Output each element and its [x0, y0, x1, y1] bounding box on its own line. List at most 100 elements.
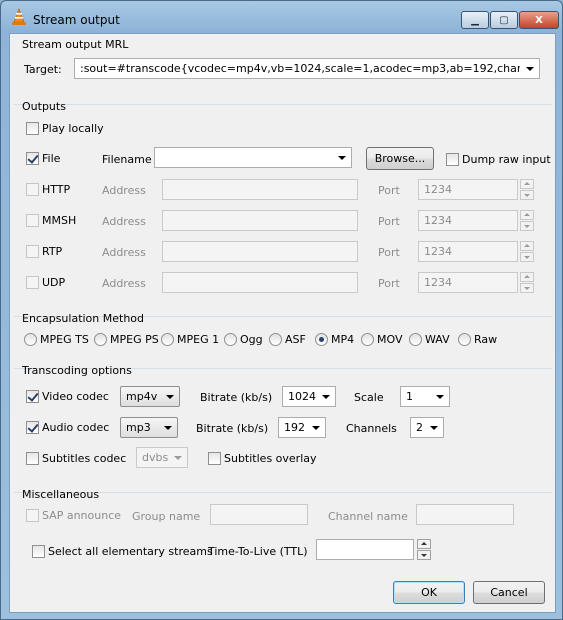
transcoding-group-title: Transcoding options — [22, 364, 132, 377]
audio-bitrate-label: Bitrate (kb/s) — [196, 422, 269, 435]
chevron-down-icon[interactable] — [436, 395, 444, 399]
audio-bitrate-value: 192 — [284, 421, 305, 434]
rtp-port-spinner[interactable] — [520, 241, 534, 262]
mmsh-port-label: Port — [378, 215, 400, 228]
chevron-down-icon[interactable] — [164, 426, 172, 430]
radio-ogg[interactable] — [224, 333, 237, 346]
radio-raw[interactable] — [458, 333, 471, 346]
play-locally-checkbox[interactable] — [26, 122, 39, 135]
http-port-label: Port — [378, 184, 400, 197]
ttl-label: Time-To-Live (TTL) — [208, 545, 308, 558]
video-codec-select[interactable]: mp4v — [120, 386, 180, 407]
video-codec-value: mp4v — [126, 390, 158, 403]
rtp-port-field[interactable]: 1234 — [418, 241, 518, 262]
filename-combobox[interactable] — [154, 147, 352, 168]
chevron-down-icon[interactable] — [166, 395, 174, 399]
spin-up-icon[interactable] — [520, 179, 534, 189]
mmsh-address-field[interactable] — [162, 210, 358, 231]
target-combobox[interactable]: :sout=#transcode{vcodec=mp4v,vb=1024,sca… — [74, 58, 540, 79]
title-bar[interactable]: Stream output ▁ ▢ X — [1, 1, 562, 35]
chevron-down-icon[interactable] — [430, 426, 438, 430]
radio-wav-label: WAV — [425, 333, 450, 346]
rtp-address-label: Address — [102, 246, 146, 259]
channel-name-field[interactable] — [416, 504, 514, 525]
radio-wav[interactable] — [409, 333, 422, 346]
radio-asf[interactable] — [269, 333, 282, 346]
mmsh-checkbox[interactable] — [26, 214, 39, 227]
sap-announce-label: SAP announce — [42, 509, 122, 522]
udp-port-spinner[interactable] — [520, 272, 534, 293]
chevron-down-icon[interactable] — [174, 456, 182, 460]
rtp-address-field[interactable] — [162, 241, 358, 262]
udp-port-label: Port — [378, 277, 400, 290]
spin-down-icon[interactable] — [520, 221, 534, 231]
audio-codec-checkbox[interactable] — [26, 421, 39, 434]
radio-mov[interactable] — [361, 333, 374, 346]
minimize-button[interactable]: ▁ — [461, 11, 489, 29]
spin-down-icon[interactable] — [520, 252, 534, 262]
close-button[interactable]: X — [519, 11, 559, 29]
http-port-spinner[interactable] — [520, 179, 534, 200]
spin-up-icon[interactable] — [417, 539, 431, 549]
http-port-value: 1234 — [424, 183, 452, 196]
select-all-streams-label: Select all elementary streams — [48, 545, 213, 558]
udp-port-field[interactable]: 1234 — [418, 272, 518, 293]
sap-announce-checkbox[interactable] — [26, 509, 39, 522]
browse-button[interactable]: Browse... — [366, 147, 434, 170]
chevron-down-icon[interactable] — [322, 395, 330, 399]
mmsh-port-spinner[interactable] — [520, 210, 534, 231]
file-checkbox[interactable] — [26, 152, 39, 165]
chevron-down-icon[interactable] — [526, 67, 534, 71]
radio-asf-label: ASF — [285, 333, 306, 346]
subtitles-codec-checkbox[interactable] — [26, 452, 39, 465]
ok-button[interactable]: OK — [393, 581, 465, 604]
http-port-field[interactable]: 1234 — [418, 179, 518, 200]
audio-codec-value: mp3 — [126, 421, 151, 434]
video-codec-checkbox[interactable] — [26, 390, 39, 403]
radio-mpeg-ts[interactable] — [24, 333, 37, 346]
spin-up-icon[interactable] — [520, 210, 534, 220]
subtitles-codec-select[interactable]: dvbs — [136, 447, 188, 468]
rtp-checkbox[interactable] — [26, 245, 39, 258]
radio-mpeg-1-label: MPEG 1 — [177, 333, 220, 346]
audio-codec-select[interactable]: mp3 — [120, 417, 178, 438]
spin-down-icon[interactable] — [520, 283, 534, 293]
radio-mov-label: MOV — [377, 333, 403, 346]
udp-address-field[interactable] — [162, 272, 358, 293]
http-address-field[interactable] — [162, 179, 358, 200]
dump-raw-input-checkbox[interactable] — [446, 153, 459, 166]
scale-select[interactable]: 1 — [400, 386, 450, 407]
group-name-field[interactable] — [210, 504, 308, 525]
subtitles-codec-value: dvbs — [142, 451, 169, 464]
radio-mpeg-ps-label: MPEG PS — [110, 333, 159, 346]
radio-raw-label: Raw — [474, 333, 498, 346]
radio-mp4[interactable] — [315, 333, 328, 346]
subtitles-overlay-checkbox[interactable] — [208, 452, 221, 465]
subtitles-codec-label: Subtitles codec — [42, 452, 127, 465]
encapsulation-group-title: Encapsulation Method — [22, 312, 145, 325]
chevron-down-icon[interactable] — [338, 156, 346, 160]
spin-up-icon[interactable] — [520, 241, 534, 251]
radio-mpeg-ps[interactable] — [94, 333, 107, 346]
mmsh-port-field[interactable]: 1234 — [418, 210, 518, 231]
udp-checkbox[interactable] — [26, 276, 39, 289]
rtp-port-label: Port — [378, 246, 400, 259]
radio-mpeg-1[interactable] — [161, 333, 174, 346]
spin-down-icon[interactable] — [520, 190, 534, 200]
http-checkbox[interactable] — [26, 183, 39, 196]
video-bitrate-field[interactable]: 1024 — [282, 386, 336, 407]
channels-select[interactable]: 2 — [410, 417, 444, 438]
ttl-field[interactable] — [316, 539, 414, 560]
select-all-streams-checkbox[interactable] — [32, 545, 45, 558]
mrl-group-title: Stream output MRL — [22, 38, 129, 51]
audio-bitrate-field[interactable]: 192 — [278, 417, 326, 438]
maximize-button[interactable]: ▢ — [490, 11, 518, 29]
chevron-down-icon[interactable] — [312, 426, 320, 430]
spin-up-icon[interactable] — [520, 272, 534, 282]
cancel-button[interactable]: Cancel — [473, 581, 545, 604]
udp-address-label: Address — [102, 277, 146, 290]
target-value: :sout=#transcode{vcodec=mp4v,vb=1024,sca… — [80, 62, 520, 75]
spin-down-icon[interactable] — [417, 550, 431, 560]
dump-raw-input-label: Dump raw input — [462, 153, 551, 166]
ttl-spinner[interactable] — [417, 539, 431, 560]
